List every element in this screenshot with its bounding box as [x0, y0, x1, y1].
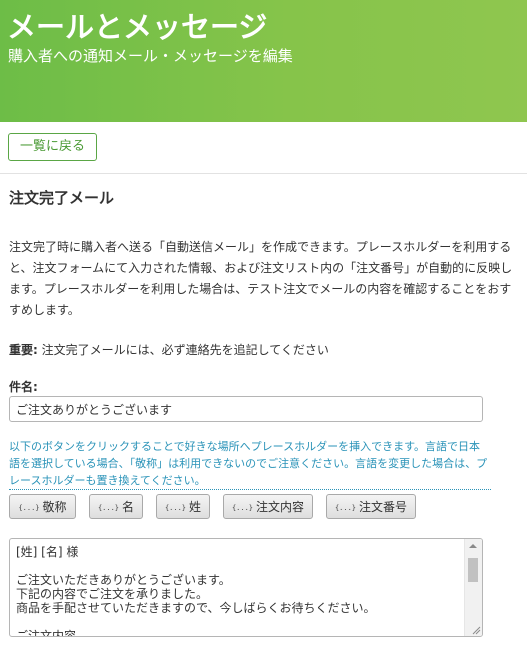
placeholder-button-label: 敬称: [42, 500, 67, 514]
subject-label: 件名:: [9, 380, 38, 394]
divider: [0, 173, 527, 174]
email-body-text[interactable]: [姓] [名] 様 ご注文いただきありがとうございます。 下記の内容でご注文を承…: [16, 545, 461, 636]
section-title: 注文完了メール: [9, 189, 115, 207]
placeholder-button-order-number[interactable]: {...} 注文番号: [326, 494, 416, 519]
page-subtitle: 購入者への通知メール・メッセージを編集: [8, 47, 293, 65]
placeholder-button-label: 注文内容: [256, 500, 305, 514]
important-label: 重要:: [9, 343, 38, 357]
braces-icon: {...}: [334, 504, 357, 512]
braces-icon: {...}: [164, 504, 187, 512]
placeholder-button-order-details[interactable]: {...} 注文内容: [223, 494, 313, 519]
subject-input[interactable]: [9, 396, 483, 422]
scroll-thumb[interactable]: [468, 558, 478, 582]
braces-icon: {...}: [231, 504, 254, 512]
placeholder-button-last-name[interactable]: {...} 姓: [156, 494, 210, 519]
page-header: メールとメッセージ 購入者への通知メール・メッセージを編集: [0, 0, 527, 122]
placeholder-button-label: 姓: [189, 500, 202, 514]
important-text: 注文完了メールには、必ず連絡先を追記してください: [37, 343, 329, 357]
back-to-list-button[interactable]: 一覧に戻る: [8, 133, 97, 161]
placeholder-button-honorific[interactable]: {...} 敬称: [9, 494, 76, 519]
textarea-scrollbar[interactable]: [464, 539, 482, 636]
scroll-up-icon[interactable]: [469, 544, 477, 548]
braces-icon: {...}: [18, 504, 40, 512]
placeholder-button-label: 名: [122, 500, 135, 514]
placeholder-button-label: 注文番号: [359, 500, 408, 514]
important-notice: 重要: 注文完了メールには、必ず連絡先を追記してください: [9, 341, 329, 358]
page-title: メールとメッセージ: [7, 10, 268, 44]
resize-grip-icon[interactable]: [471, 625, 481, 635]
braces-icon: {...}: [97, 504, 120, 512]
section-description: 注文完了時に購入者へ送る「自動送信メール」を作成できます。プレースホルダーを利用…: [9, 240, 513, 317]
placeholder-hint: 以下のボタンをクリックすることで好きな場所へプレースホルダーを挿入できます。言語…: [9, 438, 491, 490]
placeholder-button-first-name[interactable]: {...} 名: [89, 494, 143, 519]
email-body-textarea[interactable]: [姓] [名] 様 ご注文いただきありがとうございます。 下記の内容でご注文を承…: [9, 538, 483, 637]
